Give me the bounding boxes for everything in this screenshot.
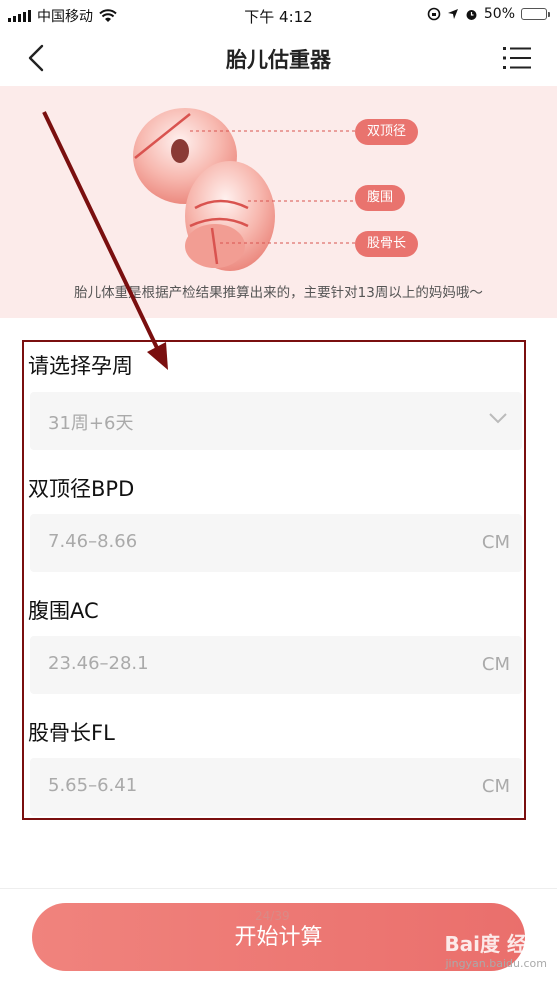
watermark: Bai度 经验 jingyan.baidu.com — [444, 928, 547, 970]
week-label: 请选择孕周 — [28, 354, 133, 378]
status-bar: 中国移动 下午 4:12 50% — [0, 0, 557, 30]
fl-unit: CM — [481, 776, 510, 797]
fetus-illustration — [133, 108, 355, 271]
nav-bar: 胎儿估重器 — [0, 30, 557, 86]
bpd-placeholder: 7.46–8.66 — [48, 531, 138, 552]
tag-bpd: 双顶径 — [355, 119, 419, 145]
bottom-bar: 开始计算 24/39 Bai度 经验 jingyan.baidu.com — [0, 888, 557, 982]
battery-percent: 50% — [483, 6, 515, 22]
list-menu-icon[interactable] — [501, 42, 533, 74]
status-right: 50% — [427, 6, 550, 22]
back-arrow-icon[interactable] — [22, 42, 54, 74]
location-icon — [447, 9, 458, 19]
watermark-url: jingyan.baidu.com — [445, 957, 547, 970]
banner-description: 胎儿体重是根据产检结果推算出来的，主要针对13周以上的妈妈哦～ — [74, 285, 483, 301]
fl-label: 股骨长FL — [28, 721, 115, 745]
tag-fl: 股骨长 — [355, 231, 419, 257]
battery-icon — [521, 8, 550, 20]
fl-placeholder: 5.65–6.41 — [48, 775, 138, 796]
alarm-icon — [466, 9, 477, 20]
ac-placeholder: 23.46–28.1 — [48, 653, 149, 674]
page-title: 胎儿估重器 — [226, 48, 331, 72]
rotation-lock-icon — [427, 7, 441, 21]
week-select[interactable]: 31周+6天 — [30, 392, 522, 450]
tag-ac: 腹围 — [355, 185, 406, 211]
week-value: 31周+6天 — [48, 413, 134, 434]
bpd-label: 双顶径BPD — [28, 477, 135, 501]
fl-input[interactable]: 5.65–6.41 CM — [30, 758, 522, 816]
bpd-unit: CM — [481, 532, 510, 553]
estimate-form: 请选择孕周 31周+6天 双顶径BPD 7.46–8.66 CM 腹围AC 23… — [22, 340, 526, 820]
page-indicator: 24/39 — [255, 909, 290, 923]
ac-label: 腹围AC — [28, 599, 99, 623]
watermark-brand: Bai度 经验 — [444, 932, 547, 956]
ac-input[interactable]: 23.46–28.1 CM — [30, 636, 522, 694]
chevron-down-icon — [489, 413, 507, 424]
bpd-input[interactable]: 7.46–8.66 CM — [30, 514, 522, 572]
ac-unit: CM — [481, 654, 510, 675]
info-banner: 双顶径 腹围 股骨长 胎儿体重是根据产检结果推算出来的，主要针对13周以上的妈妈… — [0, 86, 557, 318]
